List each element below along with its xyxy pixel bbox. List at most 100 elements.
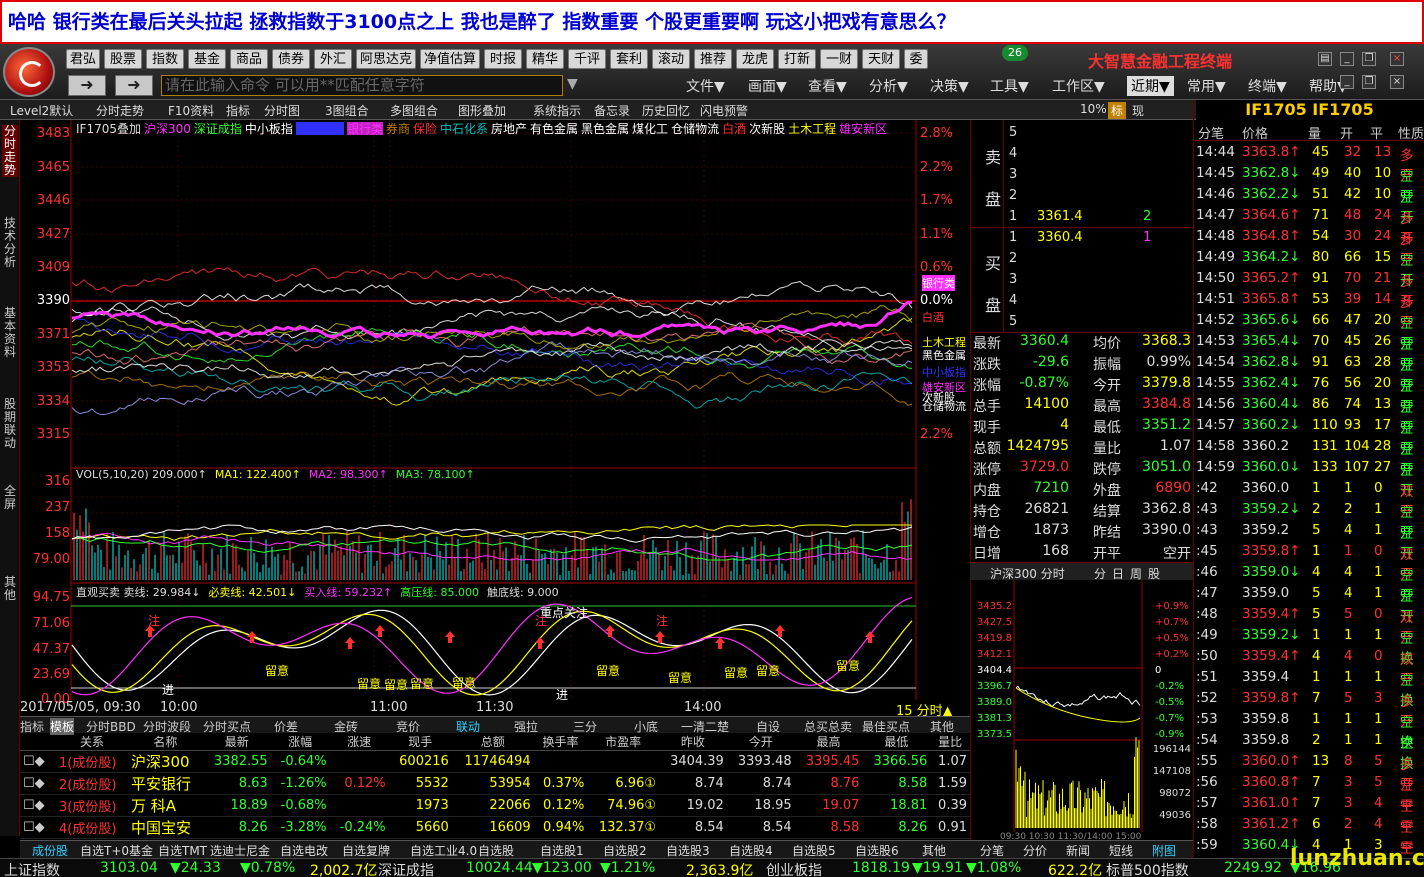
menu-button[interactable]: 指数 (146, 49, 184, 69)
menu-button[interactable]: 委 (904, 49, 928, 69)
left-tab[interactable]: 分 时 走 势 (2, 125, 18, 177)
menu-button[interactable]: 一财 (820, 49, 858, 69)
mini-tab[interactable]: 股 (1148, 565, 1160, 582)
column-header[interactable]: 今开 (726, 733, 795, 751)
menu-button[interactable]: 阿思达克 (356, 49, 416, 69)
menu-button[interactable]: 君弘 (66, 49, 100, 69)
top-menu-item[interactable]: 决策▼ (930, 76, 969, 96)
menu-button[interactable]: 净值估算 (420, 49, 480, 69)
left-tab[interactable]: 基 本 资 料 (2, 307, 18, 359)
overlay-series-label[interactable]: 次新股 (749, 122, 785, 135)
mini-tab[interactable]: 日 (1112, 565, 1124, 582)
overlay-series-label[interactable]: 保险 (413, 122, 437, 135)
restore-icon[interactable]: ❐ (1362, 52, 1376, 66)
watchlist-tab[interactable]: 自选股3 (666, 842, 710, 859)
toolbar-item[interactable]: 分时图 (264, 102, 300, 119)
sub-minimize-icon[interactable]: _ (1340, 75, 1354, 89)
notification-badge[interactable]: 26 (1002, 45, 1028, 61)
toolbar-right-item[interactable]: 10% (1080, 102, 1107, 116)
mini-bottom-tab[interactable]: 分笔 (980, 842, 1004, 859)
sub-restore-icon[interactable]: ❐ (1362, 75, 1376, 89)
watchlist-tab[interactable]: 其他 (922, 842, 946, 859)
top-menu-item[interactable]: 文件▼ (686, 76, 725, 96)
column-header[interactable]: 关系 (56, 733, 128, 751)
menu-button[interactable]: 时报 (484, 49, 522, 69)
top-menu-item[interactable]: 近期▼ (1127, 76, 1174, 96)
column-header[interactable]: 现手 (388, 733, 452, 751)
overlay-series-label[interactable]: 券商 (386, 122, 410, 135)
top-menu-item[interactable]: 画面▼ (748, 76, 787, 96)
watchlist-tab[interactable]: 自选电改 (280, 842, 328, 859)
menu-button[interactable]: 天财 (862, 49, 900, 69)
left-tab[interactable]: 技 术 分 析 (2, 217, 18, 269)
watchlist-tab[interactable]: 自选股1 (540, 842, 584, 859)
tick-column-header[interactable]: 价格 (1242, 123, 1268, 142)
command-input[interactable]: 请在此输入命令 可以用**匹配任意字符 (161, 75, 563, 96)
close-icon[interactable]: × (1390, 52, 1404, 66)
tick-column-header[interactable]: 开 (1340, 123, 1353, 142)
watchlist-tab[interactable]: 自选股6 (855, 842, 899, 859)
mini-bottom-tab[interactable]: 新闻 (1066, 842, 1090, 859)
toolbar-item[interactable]: 多图组合 (390, 102, 438, 119)
top-menu-item[interactable]: 常用▼ (1187, 76, 1226, 96)
table-row[interactable]: ☐◆ 3(成份股) 万 科A 18.89 -0.68% 1973 22066 0.12% 74.… (20, 794, 970, 817)
top-menu-item[interactable]: 工具▼ (990, 76, 1029, 96)
watchlist-tab[interactable]: 选迪士尼金 (210, 842, 270, 859)
watchlist-tab[interactable]: 成份股 (32, 842, 68, 859)
menu-button[interactable]: 推荐 (694, 49, 732, 69)
mini-bottom-tab[interactable]: 附图 (1152, 842, 1176, 859)
column-header[interactable]: 名称 (127, 733, 203, 751)
menu-button[interactable]: 千评 (568, 49, 606, 69)
left-tab[interactable]: 全 屏 (2, 485, 18, 511)
toolbar-item[interactable]: 系统指示 (533, 102, 581, 119)
toolbar-item[interactable]: 历史回忆 (642, 102, 690, 119)
menu-button[interactable]: 股票 (104, 49, 142, 69)
watchlist-tab[interactable]: 自选复牌 (342, 842, 390, 859)
toolbar-right-item[interactable]: 标 (1108, 102, 1127, 119)
top-menu-item[interactable]: 工作区▼ (1052, 76, 1105, 96)
watchlist-tab[interactable]: 自选股2 (603, 842, 647, 859)
column-header[interactable]: 最低 (862, 733, 931, 751)
overlay-series-label[interactable]: 黑色金属 (581, 122, 629, 135)
overlay-series-label[interactable]: 深证成指 (194, 122, 242, 135)
tick-column-header[interactable]: 平 (1370, 123, 1383, 142)
toolbar-item[interactable]: 备忘录 (594, 102, 630, 119)
mini-bottom-tab[interactable]: 短线 (1109, 842, 1133, 859)
table-row[interactable]: ☐◆ 4(成份股) 中国宝安 8.26 -3.28% -0.24% 5660 16609 0.9… (20, 816, 970, 839)
row-select-checkbox[interactable]: ☐◆ (20, 794, 56, 817)
column-header[interactable]: 涨速 (329, 733, 389, 751)
column-header[interactable]: 量比 (930, 733, 970, 751)
toolbar-item[interactable]: 3图组合 (325, 102, 369, 119)
column-header[interactable]: 涨幅 (270, 733, 330, 751)
overlay-series-label[interactable]: 有色金属 (530, 122, 578, 135)
overlay-series-label[interactable]: 中小板指 (245, 122, 293, 135)
menu-button[interactable]: 外汇 (314, 49, 352, 69)
toolbar-item[interactable]: 指标 (226, 102, 250, 119)
menu-button[interactable]: 龙虎 (736, 49, 774, 69)
overlay-series-label[interactable]: 银行类 (346, 122, 383, 135)
toolbar-item[interactable]: 分时走势 (96, 102, 144, 119)
column-header[interactable]: 昨收 (659, 733, 727, 751)
toolbar-right-item[interactable]: 现 (1132, 102, 1144, 119)
watchlist-tab[interactable]: 自选股 (478, 842, 514, 859)
menu-button[interactable]: 滚动 (652, 49, 690, 69)
menu-button[interactable]: 基金 (188, 49, 226, 69)
watchlist-tab[interactable]: 自选TMT (158, 842, 207, 859)
row-select-checkbox[interactable]: ☐◆ (20, 750, 56, 773)
left-tab[interactable]: 股 期 联 动 (2, 398, 18, 450)
top-menu-item[interactable]: 分析▼ (869, 76, 908, 96)
mini-tab[interactable]: 分 (1094, 565, 1106, 582)
menu-button[interactable]: 债券 (272, 49, 310, 69)
left-tab[interactable]: 其 他 (2, 576, 18, 602)
toolbar-item[interactable]: F10资料 (168, 102, 214, 119)
tick-column-header[interactable]: 分笔 (1198, 123, 1224, 142)
sell-price[interactable]: 3361.4 (1037, 209, 1083, 224)
watchlist-tab[interactable]: 自选T+0基金 (80, 842, 153, 859)
top-menu-item[interactable]: 终端▼ (1248, 76, 1287, 96)
sub-close-icon[interactable]: × (1390, 75, 1404, 89)
overlay-series-label[interactable]: 房地产 (491, 122, 527, 135)
overlay-series-label[interactable]: 仓储物流 (671, 122, 719, 135)
watchlist-tab[interactable]: 自选股5 (792, 842, 836, 859)
toolbar-item[interactable]: Level2默认 (10, 102, 73, 119)
minimize-icon[interactable]: _ (1340, 52, 1354, 66)
